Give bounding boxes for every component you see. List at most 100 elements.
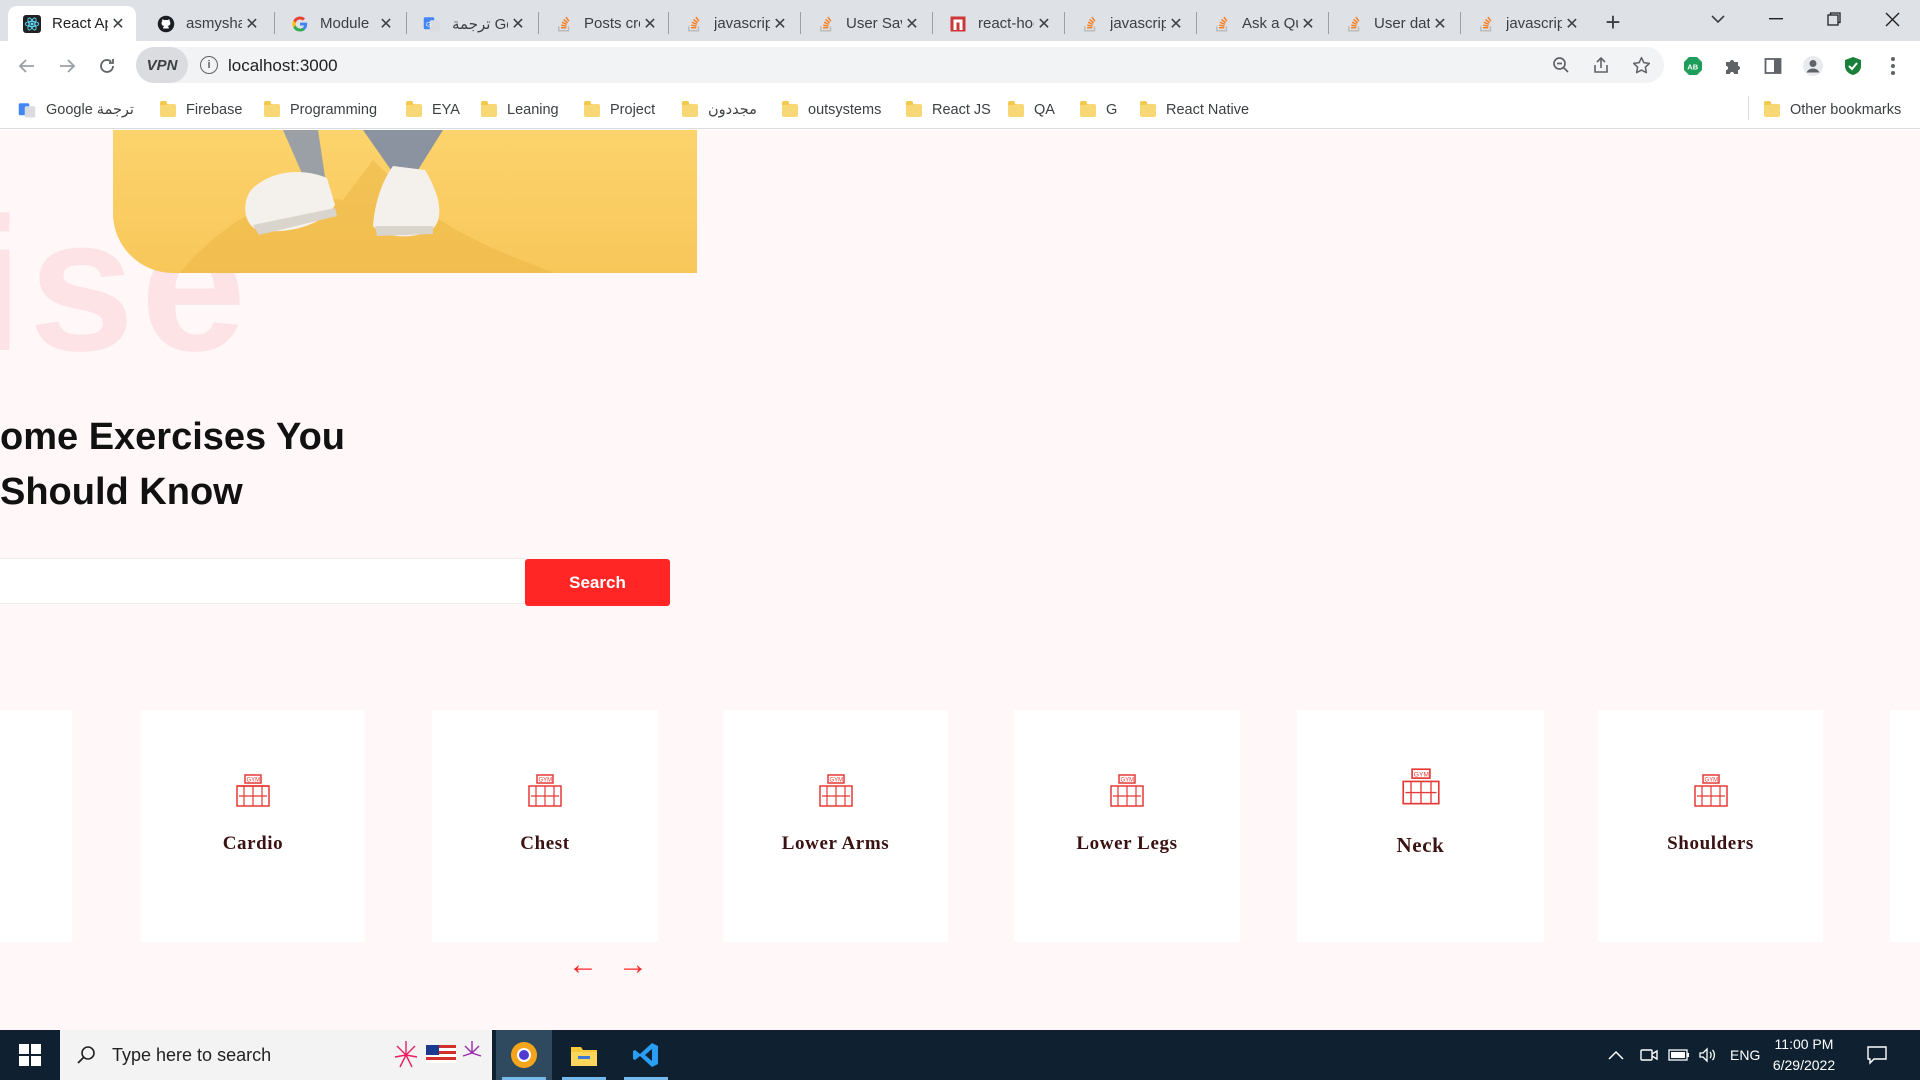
taskbar-search-box[interactable]: Type here to search [60, 1030, 492, 1080]
left-arrow-icon[interactable]: ← [568, 948, 598, 982]
vpn-badge[interactable]: VPN [136, 47, 188, 83]
url-text[interactable]: localhost:3000 [228, 56, 338, 76]
category-card-lower-arms[interactable]: GYM Lower Arms [723, 710, 948, 942]
forward-button[interactable] [52, 51, 82, 81]
google-icon [290, 14, 310, 34]
folder-icon [1764, 100, 1780, 117]
address-bar[interactable]: VPN i localhost:3000 [136, 47, 1664, 83]
close-tab-icon[interactable]: ✕ [1034, 14, 1054, 34]
reload-button[interactable] [92, 51, 122, 81]
bookmark-folder[interactable]: QA [1008, 99, 1055, 121]
close-tab-icon[interactable]: ✕ [108, 14, 128, 34]
heading-line-2: Should Know [0, 471, 243, 513]
bookmark-folder[interactable]: outsystems [782, 99, 881, 121]
tab-javascript-2[interactable]: javascript ✕ [1066, 6, 1194, 41]
search-button[interactable]: Search [525, 559, 670, 606]
tab-posts[interactable]: Posts created ✕ [540, 6, 668, 41]
tab-javascript-1[interactable]: javascript ✕ [670, 6, 798, 41]
minimize-button[interactable] [1748, 0, 1804, 38]
share-icon[interactable] [1586, 50, 1616, 80]
category-card-neck[interactable]: GYM Neck [1297, 710, 1544, 942]
clock-date: 6/29/2022 [1772, 1057, 1836, 1073]
tab-title: react-hook [978, 15, 1034, 32]
close-tab-icon[interactable]: ✕ [770, 14, 790, 34]
close-window-button[interactable] [1864, 0, 1920, 38]
volume-icon[interactable] [1698, 1030, 1718, 1080]
close-tab-icon[interactable]: ✕ [1166, 14, 1186, 34]
right-arrow-icon[interactable]: → [618, 948, 648, 982]
tab-module[interactable]: Module ✕ [276, 6, 404, 41]
bookmark-folder[interactable]: React JS [906, 99, 991, 121]
taskbar-chrome-app[interactable] [496, 1030, 552, 1080]
shield-extension-icon[interactable] [1838, 51, 1868, 81]
bookmark-google-translate[interactable]: Google ترجمة [18, 99, 134, 121]
close-tab-icon[interactable]: ✕ [640, 14, 660, 34]
tab-user-saved[interactable]: User Saved ✕ [802, 6, 930, 41]
stackoverflow-icon [1344, 14, 1364, 34]
category-card-lower-legs[interactable]: GYM Lower Legs [1014, 710, 1240, 942]
chevron-up-icon [1608, 1050, 1624, 1060]
profile-avatar-icon[interactable] [1798, 51, 1828, 81]
input-language[interactable]: ENG [1730, 1030, 1760, 1080]
category-card-cardio[interactable]: GYM Cardio [141, 710, 365, 942]
close-tab-icon[interactable]: ✕ [1298, 14, 1318, 34]
gym-icon: GYM [1109, 774, 1145, 813]
category-card-partial[interactable] [1890, 710, 1920, 942]
bookmark-folder[interactable]: Leaning [481, 99, 559, 121]
bookmark-folder[interactable]: G [1080, 99, 1117, 121]
side-panel-icon[interactable] [1758, 51, 1788, 81]
menu-kebab-icon[interactable] [1878, 51, 1908, 81]
folder-icon [264, 100, 280, 117]
bookmark-folder[interactable]: React Native [1140, 99, 1249, 121]
extensions-puzzle-icon[interactable] [1718, 51, 1748, 81]
tab-react-hook[interactable]: react-hook ✕ [934, 6, 1062, 41]
stackoverflow-icon [1476, 14, 1496, 34]
bookmark-folder[interactable]: EYA [406, 99, 460, 121]
system-clock[interactable]: 11:00 PM 6/29/2022 [1762, 1034, 1846, 1076]
bookmark-star-icon[interactable] [1626, 50, 1656, 80]
taskbar-vscode[interactable] [618, 1030, 674, 1080]
bookmark-label: G [1106, 102, 1118, 118]
new-tab-button[interactable]: + [1598, 7, 1628, 37]
close-tab-icon[interactable]: ✕ [902, 14, 922, 34]
other-bookmarks[interactable]: Other bookmarks [1764, 99, 1901, 121]
tab-google-translate[interactable]: G ترجمة Google ✕ [408, 6, 536, 41]
battery-icon[interactable] [1668, 1030, 1690, 1080]
notifications-button[interactable] [1866, 1030, 1888, 1080]
category-card-chest[interactable]: GYM Chest [432, 710, 658, 942]
tab-react-app[interactable]: React App ✕ [8, 6, 136, 41]
tab-github[interactable]: asmyshaheen ✕ [142, 6, 270, 41]
tab-javascript-3[interactable]: javascript ✕ [1462, 6, 1590, 41]
react-icon [22, 14, 42, 34]
bookmark-folder[interactable]: Firebase [160, 99, 242, 121]
bookmark-folder[interactable]: Project [584, 99, 655, 121]
bookmark-folder[interactable]: Programming [264, 99, 377, 121]
tab-search-button[interactable] [1690, 0, 1746, 38]
back-button[interactable] [12, 51, 42, 81]
restore-button[interactable] [1806, 0, 1862, 38]
category-label: Shoulders [1667, 833, 1754, 854]
close-tab-icon[interactable]: ✕ [1562, 14, 1582, 34]
meet-now-icon[interactable] [1640, 1030, 1658, 1080]
exercise-search-input[interactable] [0, 558, 524, 604]
tab-title: User Saved [846, 15, 902, 32]
restore-icon [1827, 12, 1841, 26]
close-tab-icon[interactable]: ✕ [508, 14, 528, 34]
category-card-shoulders[interactable]: GYM Shoulders [1598, 710, 1823, 942]
taskbar-file-explorer[interactable] [556, 1030, 612, 1080]
stackoverflow-icon [554, 14, 574, 34]
site-info-icon[interactable]: i [200, 56, 218, 74]
category-card-partial[interactable] [0, 710, 72, 942]
folder-icon [481, 100, 497, 117]
close-tab-icon[interactable]: ✕ [242, 14, 262, 34]
start-button[interactable] [2, 1030, 58, 1080]
close-tab-icon[interactable]: ✕ [376, 14, 396, 34]
tab-ask-question[interactable]: Ask a Question ✕ [1198, 6, 1326, 41]
zoom-icon[interactable] [1546, 50, 1576, 80]
show-hidden-icons-button[interactable] [1608, 1030, 1624, 1080]
adblock-extension-icon[interactable]: AB [1678, 51, 1708, 81]
tab-user-data[interactable]: User data ✕ [1330, 6, 1458, 41]
bookmark-folder[interactable]: مجددون [682, 99, 757, 121]
close-tab-icon[interactable]: ✕ [1430, 14, 1450, 34]
github-icon [156, 14, 176, 34]
